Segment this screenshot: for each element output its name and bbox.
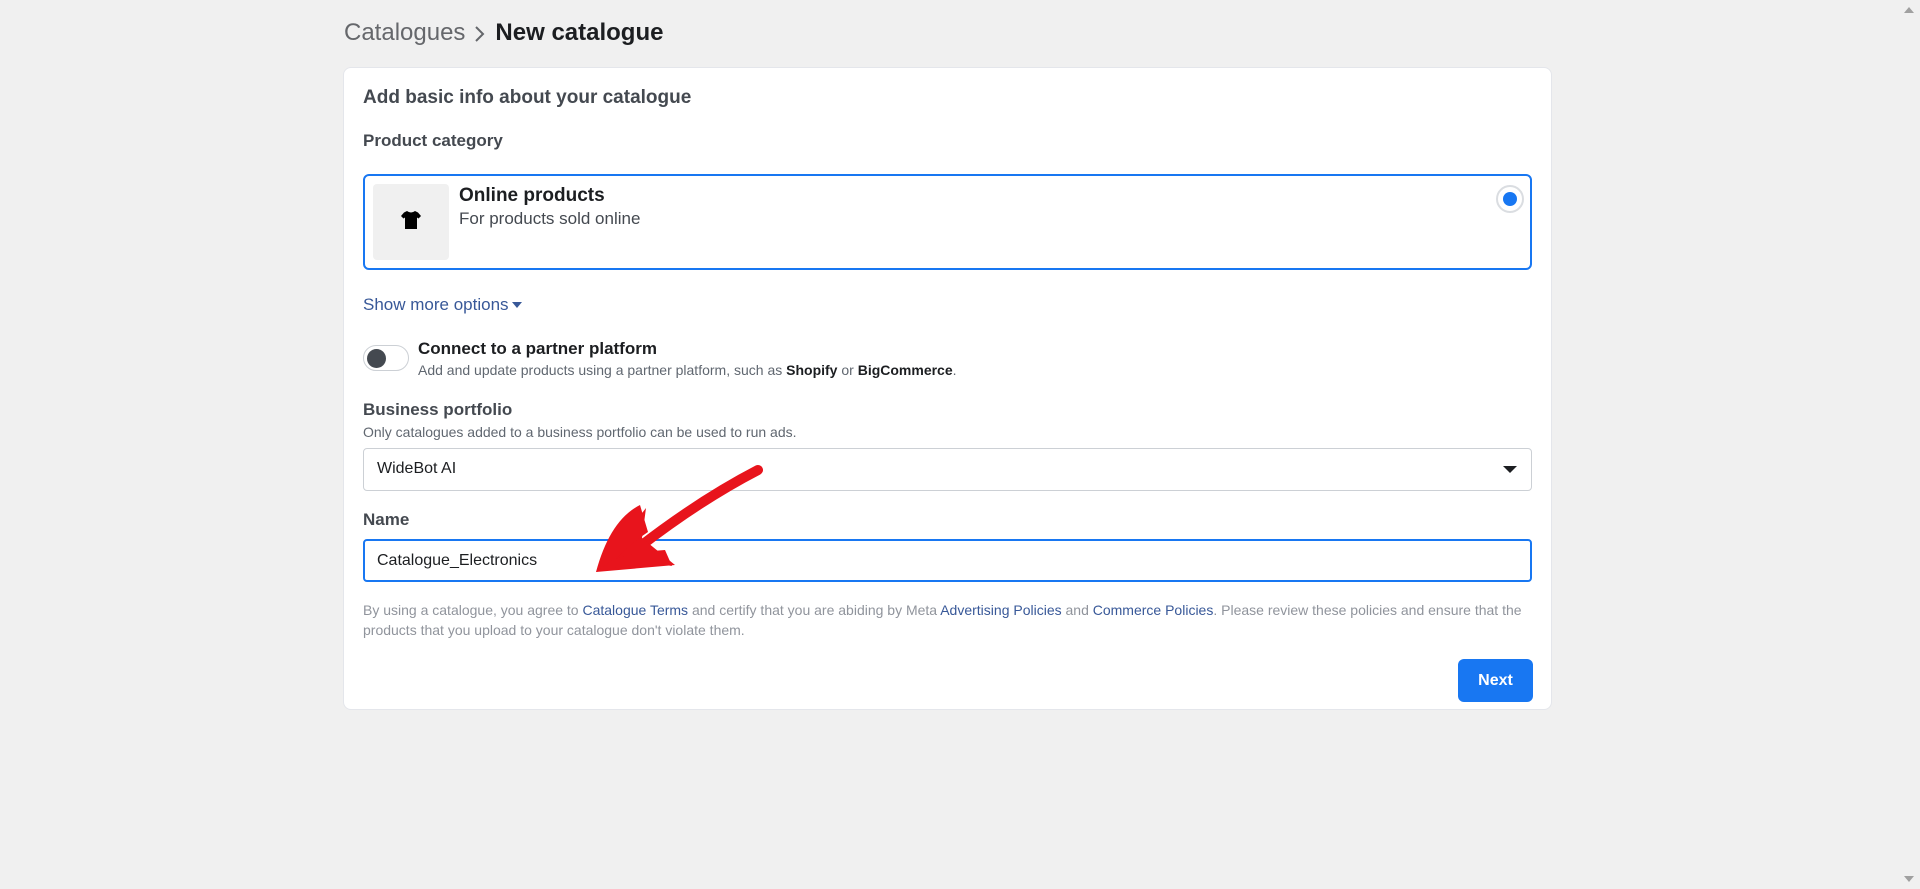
partner-platform-title: Connect to a partner platform [418,339,657,358]
partner-desc-period: . [952,362,957,378]
advertising-policies-link[interactable]: Advertising Policies [940,602,1061,618]
catalogue-terms-link[interactable]: Catalogue Terms [582,602,688,618]
business-portfolio-label: Business portfolio [363,400,513,419]
breadcrumb-catalogues-link[interactable]: Catalogues [344,18,465,48]
business-portfolio-select[interactable]: WideBot AI [363,448,1532,491]
radio-selected-dot [1503,192,1517,206]
scroll-up-icon[interactable] [1904,6,1914,14]
caret-down-icon [511,302,522,308]
option-title: Online products [459,185,605,206]
terms-part-1: By using a catalogue, you agree to [363,602,583,618]
bigcommerce-label: BigCommerce [857,362,953,378]
partner-desc-text: Add and update products using a partner … [418,362,787,378]
caret-down-icon [1503,466,1517,473]
page-title: New catalogue [495,19,664,46]
name-label: Name [363,510,410,529]
chevron-right-icon [465,18,495,48]
catalogue-name-input[interactable] [363,539,1532,582]
terms-text: By using a catalogue, you agree to Catal… [363,600,1538,640]
online-products-option[interactable]: Online products For products sold online [363,174,1532,270]
form-title: Add basic info about your catalogue [363,87,692,108]
shopify-label: Shopify [786,362,838,378]
commerce-policies-link[interactable]: Commerce Policies [1093,602,1214,618]
breadcrumb: Catalogues New catalogue [344,18,663,48]
terms-part-3: and [1061,602,1093,618]
partner-platform-description: Add and update products using a partner … [418,362,957,378]
terms-part-2: and certify that you are abiding by Meta [688,602,941,618]
toggle-knob [367,349,386,368]
show-more-label: Show more options [363,295,509,314]
product-category-label: Product category [363,131,503,150]
tshirt-icon [400,209,422,236]
business-portfolio-helper: Only catalogues added to a business port… [363,424,797,440]
partner-desc-or: or [837,362,858,378]
online-products-radio[interactable] [1496,185,1524,213]
option-subtitle: For products sold online [459,209,641,228]
option-thumbnail [373,184,449,260]
next-button[interactable]: Next [1458,659,1533,702]
show-more-options-link[interactable]: Show more options [363,295,522,315]
catalogue-form-card: Add basic info about your catalogue Prod… [343,67,1552,710]
business-portfolio-value: WideBot AI [377,460,457,477]
scroll-down-icon[interactable] [1904,875,1914,883]
partner-platform-toggle[interactable] [363,345,409,371]
